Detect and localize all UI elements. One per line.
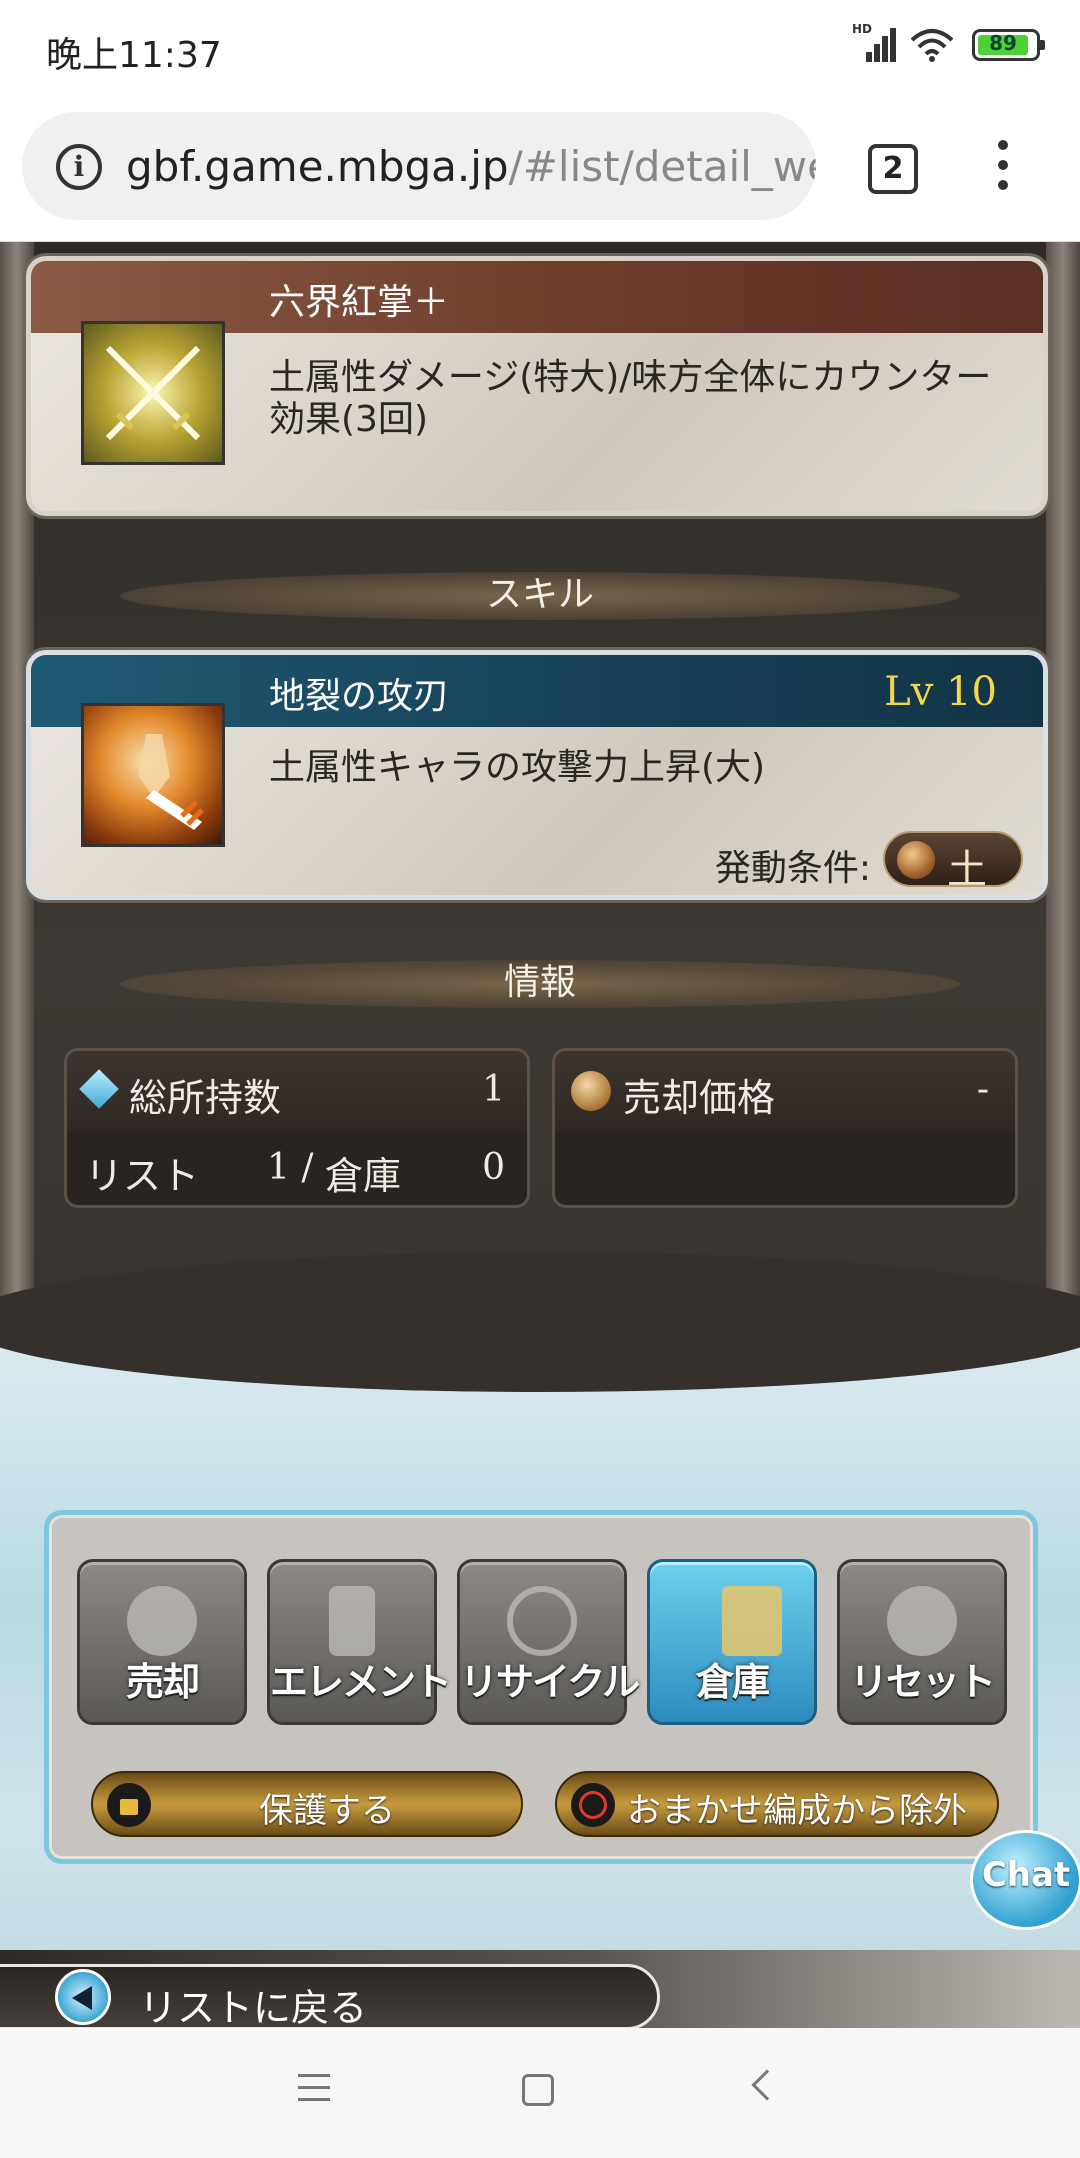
home-icon[interactable]	[522, 2074, 554, 2106]
battery-icon: 89	[972, 29, 1045, 61]
status-icons: HD 89	[852, 22, 1045, 62]
back-strip: リストに戻る	[0, 1950, 1080, 2028]
skill-name: 地裂の攻刃	[269, 676, 450, 717]
system-nav-bar	[0, 2028, 1080, 2158]
chat-button[interactable]: Chat	[970, 1830, 1080, 1930]
condition-element: 土	[947, 847, 987, 893]
frame-right	[1046, 242, 1080, 1352]
protect-button-label: 保護する	[259, 1791, 395, 1831]
url-bar[interactable]: i gbf.game.mbga.jp/#list/detail_we	[22, 112, 816, 220]
element-icon	[329, 1586, 375, 1656]
back-to-list-button[interactable]: リストに戻る	[0, 1964, 660, 2028]
total-owned-label: 総所持数	[129, 1076, 282, 1120]
reset-button[interactable]: リセット	[837, 1559, 1007, 1725]
back-arrow-icon	[55, 1969, 111, 2025]
skill-level: Lv 10	[884, 669, 997, 715]
reset-button-label: リセット	[849, 1660, 996, 1704]
coin-icon	[571, 1071, 611, 1111]
earth-element-badge: 土	[883, 831, 1023, 893]
element-button[interactable]: エレメント	[267, 1559, 452, 1725]
storage-button-label: 倉庫	[695, 1660, 770, 1704]
clock: 晚上11:37	[46, 35, 222, 76]
signal-icon: HD	[852, 22, 896, 62]
skill-section-title: スキル	[120, 572, 960, 620]
sell-price-value: -	[976, 1069, 989, 1110]
ougi-description: 土属性ダメージ(特大)/味方全体にカウンター効果(3回)	[269, 357, 992, 440]
sell-price-panel: 売却価格 -	[552, 1048, 1018, 1208]
reset-icon	[887, 1586, 957, 1656]
storage-value: 0	[482, 1147, 505, 1188]
ougi-crossed-swords-icon	[81, 321, 225, 465]
storage-icon	[722, 1586, 782, 1656]
sell-icon	[127, 1586, 197, 1656]
wifi-icon	[910, 29, 954, 62]
earth-element-icon	[897, 841, 935, 879]
more-menu-icon[interactable]	[988, 140, 1018, 200]
recycle-button-label: リサイクル	[460, 1660, 640, 1704]
sell-price-label: 売却価格	[623, 1076, 776, 1120]
sell-button[interactable]: 売却	[77, 1559, 247, 1725]
status-bar: 晚上11:37 HD 89	[0, 0, 1080, 96]
action-area: 売却 エレメント リサイクル 倉庫 リセット 保護する おまかせ編成から除外 リ…	[0, 1252, 1080, 2028]
site-info-icon[interactable]: i	[56, 144, 102, 190]
protect-button[interactable]: 保護する	[91, 1771, 523, 1837]
ownership-panel: 総所持数 1 リスト 1 / 倉庫 0	[64, 1048, 530, 1208]
ougi-name: 六界紅掌＋	[269, 282, 450, 323]
recent-apps-icon[interactable]	[298, 2074, 330, 2102]
storage-button[interactable]: 倉庫	[647, 1559, 817, 1725]
ougi-card: 六界紅掌＋ 土属性ダメージ(特大)/味方全体にカウンター効果(3回)	[26, 256, 1048, 516]
back-to-list-label: リストに戻る	[139, 1986, 368, 2028]
list-label: リスト	[85, 1154, 200, 1198]
activation-condition-label: 発動条件:	[714, 848, 871, 889]
exclude-button-label: おまかせ編成から除外	[627, 1791, 967, 1831]
recycle-icon	[507, 1586, 577, 1656]
url-host: gbf.game.mbga.jp	[126, 142, 509, 191]
action-button-panel: 売却 エレメント リサイクル 倉庫 リセット 保護する おまかせ編成から除外	[44, 1510, 1038, 1864]
skill-earth-sword-icon	[81, 703, 225, 847]
list-value: 1 /	[267, 1147, 314, 1188]
sell-button-label: 売却	[125, 1660, 200, 1704]
info-section-title: 情報	[120, 960, 960, 1008]
browser-toolbar: i gbf.game.mbga.jp/#list/detail_we 2	[0, 96, 1080, 242]
skill-card: 地裂の攻刃 Lv 10 土属性キャラの攻撃力上昇(大) 発動条件: 土	[26, 650, 1048, 900]
game-view: 六界紅掌＋ 土属性ダメージ(特大)/味方全体にカウンター効果(3回) スキル 地…	[0, 242, 1080, 2028]
url-path: /#list/detail_we	[508, 142, 816, 191]
total-owned-value: 1	[482, 1069, 505, 1110]
element-button-label: エレメント	[270, 1660, 452, 1704]
exclude-from-auto-party-button[interactable]: おまかせ編成から除外	[555, 1771, 999, 1837]
tab-switcher-button[interactable]: 2	[868, 144, 918, 194]
storage-label: 倉庫	[325, 1154, 402, 1198]
chat-label: Chat	[981, 1855, 1071, 1895]
url-text: gbf.game.mbga.jp/#list/detail_we	[126, 142, 816, 191]
recycle-button[interactable]: リサイクル	[457, 1559, 640, 1725]
battery-level: 89	[989, 31, 1017, 55]
back-icon[interactable]	[751, 2069, 783, 2101]
skill-description: 土属性キャラの攻撃力上昇(大)	[269, 747, 766, 788]
